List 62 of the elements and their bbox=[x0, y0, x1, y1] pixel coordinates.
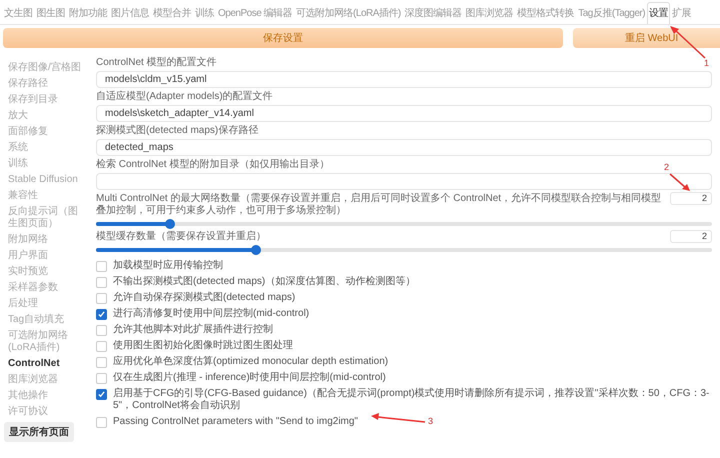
checkbox-label: 进行高清修复时使用中间层控制(mid-control) bbox=[113, 308, 310, 320]
annotation-number: 3 bbox=[428, 416, 434, 426]
tab[interactable]: 可选附加网络(LoRA插件) bbox=[294, 2, 403, 24]
sidebar-item[interactable]: 采样器参数 bbox=[8, 280, 86, 296]
sidebar-item[interactable]: 许可协议 bbox=[8, 404, 86, 420]
show-all-pages-button[interactable]: 显示所有页面 bbox=[4, 422, 74, 442]
tab[interactable]: 文生图 bbox=[2, 2, 34, 24]
checkbox-label: 允许自动保存探测模式图(detected maps) bbox=[113, 292, 296, 304]
field-label: ControlNet 模型的配置文件 bbox=[96, 57, 217, 69]
tab[interactable]: 设置 bbox=[647, 2, 670, 24]
text-field[interactable]: detected_maps bbox=[96, 139, 712, 156]
tab[interactable]: 附加功能 bbox=[67, 2, 109, 24]
number-field[interactable]: 2 bbox=[670, 192, 712, 205]
restart-button[interactable]: 重启 WebUI bbox=[573, 28, 720, 48]
field-label: 自适应模型(Adapter models)的配置文件 bbox=[96, 91, 273, 103]
sidebar-item[interactable]: ControlNet bbox=[8, 356, 86, 372]
checkbox-label: 使用图生图初始化图像时跳过图生图处理 bbox=[113, 340, 293, 352]
sidebar-item[interactable]: 兼容性 bbox=[8, 188, 86, 204]
annotation-number: 1 bbox=[704, 58, 710, 68]
sidebar-item[interactable]: 实时预览 bbox=[8, 264, 86, 280]
annotation-number: 2 bbox=[664, 162, 670, 172]
sidebar-item[interactable]: 可选附加网络(LoRA插件) bbox=[8, 328, 86, 356]
tab[interactable]: OpenPose 编辑器 bbox=[216, 2, 294, 24]
tab[interactable]: Tag反推(Tagger) bbox=[576, 2, 648, 24]
sidebar-item[interactable]: 保存图像/宫格图 bbox=[8, 60, 86, 76]
sidebar-item[interactable]: 其他操作 bbox=[8, 388, 86, 404]
checkbox-label: 应用优化单色深度估算(optimized monocular depth estimation) bbox=[113, 356, 388, 368]
checkbox-label: 启用基于CFG的引导(CFG-Based guidance)（配合无提示词(prompt)模式使用时请删除所有提示词，推荐设置"采样次数：50，CFG：3-5"，ControlNet将会自动识别 bbox=[113, 388, 710, 412]
sidebar-item[interactable]: Tag自动填充 bbox=[8, 312, 86, 328]
tab[interactable]: 模型格式转换 bbox=[515, 2, 576, 24]
sidebar-item[interactable]: 保存路径 bbox=[8, 76, 86, 92]
save-settings-button[interactable]: 保存设置 bbox=[3, 28, 563, 48]
field-label: 检索 ControlNet 模型的附加目录（如仅用输出目录） bbox=[96, 159, 330, 171]
sidebar-item[interactable]: 后处理 bbox=[8, 296, 86, 312]
number-field[interactable]: 2 bbox=[670, 230, 712, 243]
slider-label: 模型缓存数量（需要保存设置并重启） bbox=[96, 231, 267, 243]
sidebar-item[interactable]: Stable Diffusion bbox=[8, 172, 86, 188]
sidebar-item[interactable]: 面部修复 bbox=[8, 124, 86, 140]
slider-label: Multi ControlNet 的最大网络数量（需要保存设置并重启，启用后可同时设置多个 ControlNet，允许不同模型联合控制与相同模型叠加控制，可用于约束多人动作，也可用于多场景控制） bbox=[96, 193, 662, 217]
text-field[interactable]: models\cldm_v15.yaml bbox=[96, 71, 712, 88]
sidebar-item[interactable]: 附加网络 bbox=[8, 232, 86, 248]
sidebar-item[interactable]: 用户界面 bbox=[8, 248, 86, 264]
checkbox-label: 不输出探测模式图(detected maps)（如深度估算图、动作检测图等） bbox=[113, 276, 416, 288]
sidebar-item[interactable]: 放大 bbox=[8, 108, 86, 124]
checkbox-label: 允许其他脚本对此扩展插件进行控制 bbox=[113, 324, 273, 336]
sidebar-item[interactable]: 图库浏览器 bbox=[8, 372, 86, 388]
sidebar-item[interactable]: 训练 bbox=[8, 156, 86, 172]
field-label: 探测模式图(detected maps)保存路径 bbox=[96, 125, 258, 137]
tab[interactable]: 图片信息 bbox=[109, 2, 151, 24]
tab[interactable]: 训练 bbox=[193, 2, 216, 24]
sidebar-item[interactable]: 反向提示词（图生图页面） bbox=[8, 204, 86, 232]
sidebar-item[interactable]: 保存到目录 bbox=[8, 92, 86, 108]
checkbox-label: Passing ControlNet parameters with "Send to img2img" bbox=[113, 416, 358, 428]
checkbox-label: 仅在生成图片(推理 - inference)时使用中间层控制(mid-control) bbox=[113, 372, 386, 384]
tab[interactable]: 图生图 bbox=[34, 2, 67, 24]
checkbox-label: 加载模型时应用传输控制 bbox=[113, 260, 223, 272]
text-field[interactable]: models\sketch_adapter_v14.yaml bbox=[96, 105, 712, 122]
tab[interactable]: 扩展 bbox=[670, 2, 694, 24]
tab[interactable]: 图库浏览器 bbox=[464, 2, 516, 24]
tab[interactable]: 深度图编辑器 bbox=[402, 2, 464, 24]
tab[interactable]: 模型合并 bbox=[151, 2, 193, 24]
sidebar-item[interactable]: 系统 bbox=[8, 140, 86, 156]
